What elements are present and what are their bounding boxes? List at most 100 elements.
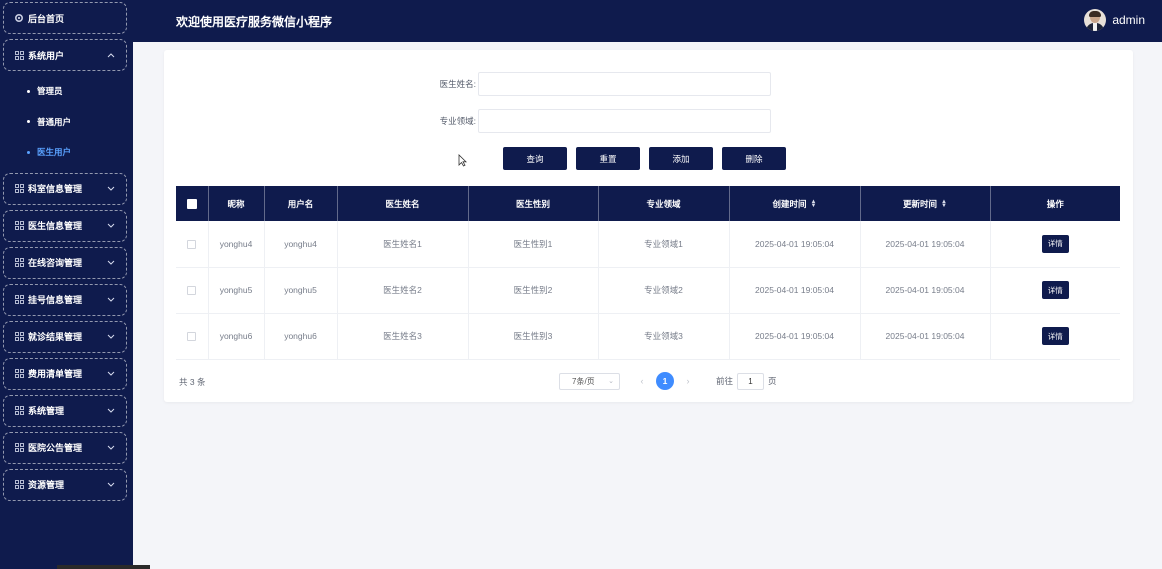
chevron-down-icon (104, 260, 118, 265)
doctor-table: 昵称 用户名 医生姓名 医生性别 专业领域 创建时间 ▲ ▼ 更新时间 ▲ ▼ 操作 y… (176, 186, 1120, 360)
detail-button[interactable]: 详情 (1041, 327, 1069, 345)
specialty-input[interactable] (478, 109, 771, 133)
sort-icon[interactable]: ▲ ▼ (811, 199, 817, 209)
query-button[interactable]: 查询 (503, 147, 567, 170)
user-menu[interactable]: admin (1084, 9, 1145, 31)
column-header: 昵称 (208, 186, 265, 221)
submenu-item-doctor-user[interactable]: 医生用户 (3, 137, 127, 168)
chevron-down-icon (104, 186, 118, 191)
menu-item-registration[interactable]: 挂号信息管理 (3, 283, 127, 316)
mouse-cursor-icon (458, 154, 467, 172)
chevron-down-icon (104, 408, 118, 413)
cell-doctor-gender: 医生性别2 (468, 267, 599, 314)
column-header: 医生姓名 (337, 186, 469, 221)
table-row: yonghu5 yonghu5 医生姓名2 医生性别2 专业领域2 2025-0… (176, 267, 1120, 314)
detail-button[interactable]: 详情 (1041, 234, 1069, 253)
menu-item-system-manage[interactable]: 系统管理 (3, 394, 127, 427)
row-checkbox[interactable] (187, 332, 197, 342)
chevron-down-icon (104, 334, 118, 339)
goto-page-input[interactable] (737, 372, 765, 390)
column-header: 医生性别 (468, 186, 599, 221)
submenu-item-admin[interactable]: 管理员 (3, 76, 127, 107)
column-header-created[interactable]: 创建时间 ▲ ▼ (729, 186, 861, 221)
menu-item-visit-result[interactable]: 就诊结果管理 (3, 320, 127, 353)
next-page-icon[interactable]: › (678, 376, 698, 386)
bullet-icon (27, 120, 30, 124)
cell-doctor-name: 医生姓名3 (337, 313, 469, 360)
add-button[interactable]: 添加 (649, 147, 713, 170)
menu-item-hospital-notice[interactable]: 医院公告管理 (3, 431, 127, 464)
content-card: 医生姓名: 专业领域: 查询 重置 添加 删除 昵称 用户名 医生姓名 医生性别… (164, 50, 1133, 402)
grid-icon (10, 369, 28, 378)
cell-username: yonghu5 (264, 267, 338, 314)
page-number-current[interactable]: 1 (656, 372, 674, 390)
column-header-label: 创建时间 (772, 198, 807, 209)
menu-item-label: 资源管理 (28, 480, 65, 490)
submenu-item-regular-user[interactable]: 普通用户 (3, 107, 127, 138)
cell-created: 2025-04-01 19:05:04 (729, 313, 861, 360)
menu-item-label: 科室信息管理 (28, 184, 83, 194)
chevron-down-icon (104, 445, 118, 450)
menu-item-label: 在线咨询管理 (28, 258, 83, 268)
menu-item-resource[interactable]: 资源管理 (3, 468, 127, 501)
select-all-checkbox[interactable] (186, 198, 197, 209)
page-suffix: 页 (768, 376, 777, 386)
cell-username: yonghu4 (264, 221, 338, 268)
cell-updated: 2025-04-01 19:05:04 (860, 221, 991, 268)
grid-icon (10, 258, 28, 267)
submenu-system-users: 管理员 普通用户 医生用户 (3, 76, 127, 168)
chevron-up-icon (104, 52, 118, 58)
cell-specialty: 专业领域2 (598, 267, 730, 314)
submenu-item-label: 管理员 (37, 86, 63, 97)
grid-icon (10, 443, 28, 452)
menu-item-online-consult[interactable]: 在线咨询管理 (3, 246, 127, 279)
cell-specialty: 专业领域3 (598, 313, 730, 360)
cell-specialty: 专业领域1 (598, 221, 730, 268)
cell-username: yonghu6 (264, 313, 338, 360)
grid-icon (10, 480, 28, 489)
bullet-icon (27, 89, 30, 93)
submenu-item-label: 普通用户 (37, 116, 72, 127)
menu-item-label: 系统用户 (28, 50, 65, 61)
menu-item-system-users[interactable]: 系统用户 (3, 39, 127, 71)
specialty-label: 专业领域: (439, 116, 476, 126)
doctor-name-input[interactable] (478, 72, 771, 96)
table-row: yonghu6 yonghu6 医生姓名3 医生性别3 专业领域3 2025-0… (176, 313, 1120, 360)
cell-nickname: yonghu5 (208, 267, 265, 314)
table-header-row: 昵称 用户名 医生姓名 医生性别 专业领域 创建时间 ▲ ▼ 更新时间 ▲ ▼ 操作 (176, 186, 1120, 221)
grid-icon (10, 221, 28, 230)
cell-doctor-name: 医生姓名2 (337, 267, 469, 314)
menu-item-home[interactable]: 后台首页 (3, 2, 127, 34)
goto-label: 前往 (716, 376, 734, 386)
grid-icon (10, 332, 28, 341)
sidebar-footer-bar (57, 565, 150, 569)
cell-updated: 2025-04-01 19:05:04 (860, 267, 991, 314)
menu-item-label: 费用清单管理 (28, 369, 83, 379)
row-checkbox[interactable] (187, 286, 197, 296)
sort-icon[interactable]: ▲ ▼ (941, 199, 947, 209)
column-header-label: 更新时间 (903, 198, 938, 209)
page-title: 欢迎使用医疗服务微信小程序 (176, 14, 333, 29)
prev-page-icon[interactable]: ‹ (632, 376, 652, 386)
table-row: yonghu4 yonghu4 医生姓名1 医生性别1 专业领域1 2025-0… (176, 221, 1120, 268)
menu-item-department[interactable]: 科室信息管理 (3, 172, 127, 205)
detail-button[interactable]: 详情 (1041, 281, 1069, 299)
menu-item-doctor-info[interactable]: 医生信息管理 (3, 209, 127, 242)
page-size-select[interactable]: 7条/页 ⌄ (559, 372, 620, 390)
reset-button[interactable]: 重置 (576, 147, 640, 170)
delete-button[interactable]: 删除 (722, 147, 786, 170)
menu-item-label: 就诊结果管理 (28, 332, 83, 342)
bullet-icon (27, 150, 30, 154)
menu-item-label: 后台首页 (28, 13, 65, 24)
chevron-down-icon (104, 297, 118, 302)
submenu-item-label: 医生用户 (37, 147, 72, 158)
page-size-value: 7条/页 (572, 376, 595, 386)
doctor-name-row: 医生姓名: (428, 72, 771, 96)
menu-item-label: 医院公告管理 (28, 443, 83, 453)
row-checkbox[interactable] (187, 239, 197, 249)
column-header-updated[interactable]: 更新时间 ▲ ▼ (860, 186, 991, 221)
menu-item-label: 系统管理 (28, 406, 65, 416)
chevron-down-icon (104, 371, 118, 376)
cell-nickname: yonghu6 (208, 313, 265, 360)
menu-item-fee-list[interactable]: 费用清单管理 (3, 357, 127, 390)
